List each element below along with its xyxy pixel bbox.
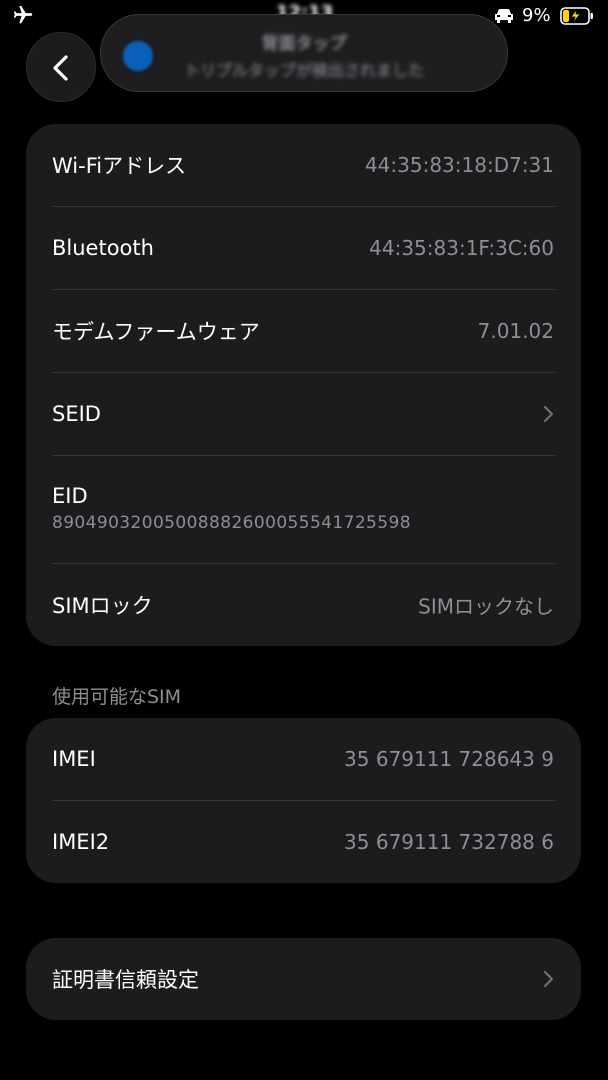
row-label: Wi-Fiアドレス [52,154,187,178]
cert-trust-card: 証明書信頼設定 [26,938,581,1020]
row-value[interactable]: 44:35:83:18:D7:31 [365,153,554,177]
section-header-available-sim: 使用可能なSIM [52,686,182,708]
row-value[interactable]: SIMロックなし [418,591,554,620]
row-seid[interactable]: SEID [26,373,581,455]
car-icon [495,9,513,23]
row-value[interactable]: 44:35:83:1F:3C:60 [369,236,554,260]
battery-charging-icon [560,7,593,25]
notification-banner[interactable]: 背面タップ トリプルタップが検出されました [100,14,508,92]
row-value[interactable]: 35 679111 732788 6 [344,830,554,854]
row-label: IMEI2 [52,830,110,854]
row-imei2[interactable]: IMEI2 35 679111 732788 6 [26,801,581,883]
row-label: IMEI [52,747,96,771]
row-label: モデムファームウェア [52,320,260,344]
back-button[interactable] [26,32,96,102]
battery-percent: 9% [522,5,551,26]
row-label: 証明書信頼設定 [52,968,199,992]
eid-value[interactable]: 89049032005008882600055541725598 [52,513,411,533]
row-value[interactable]: 7.01.02 [478,319,554,343]
row-label: EID [52,484,88,508]
row-imei[interactable]: IMEI 35 679111 728643 9 [26,718,581,800]
banner-title: 背面タップ [261,34,347,54]
chevron-left-icon [53,55,68,81]
row-label: SIMロック [52,594,153,618]
row-label: Bluetooth [52,236,154,260]
row-value[interactable]: 35 679111 728643 9 [344,747,554,771]
airplane-icon [13,5,33,24]
chevron-right-icon [543,405,554,423]
row-cert-trust-settings[interactable]: 証明書信頼設定 [26,938,581,1020]
row-modem-firmware[interactable]: モデムファームウェア 7.01.02 [26,290,581,372]
row-eid[interactable]: EID 89049032005008882600055541725598 [26,456,581,563]
banner-subtitle: トリプルタップが検出されました [183,61,424,80]
row-wifi-address[interactable]: Wi-Fiアドレス 44:35:83:18:D7:31 [26,124,581,206]
row-sim-lock[interactable]: SIMロック SIMロックなし [26,564,581,646]
row-bluetooth[interactable]: Bluetooth 44:35:83:1F:3C:60 [26,207,581,289]
chevron-right-icon [543,970,554,988]
sim-card: IMEI 35 679111 728643 9 IMEI2 35 679111 … [26,718,581,883]
accessibility-icon [123,41,153,71]
row-label: SEID [52,402,101,426]
info-card: Wi-Fiアドレス 44:35:83:18:D7:31 Bluetooth 44… [26,124,581,646]
